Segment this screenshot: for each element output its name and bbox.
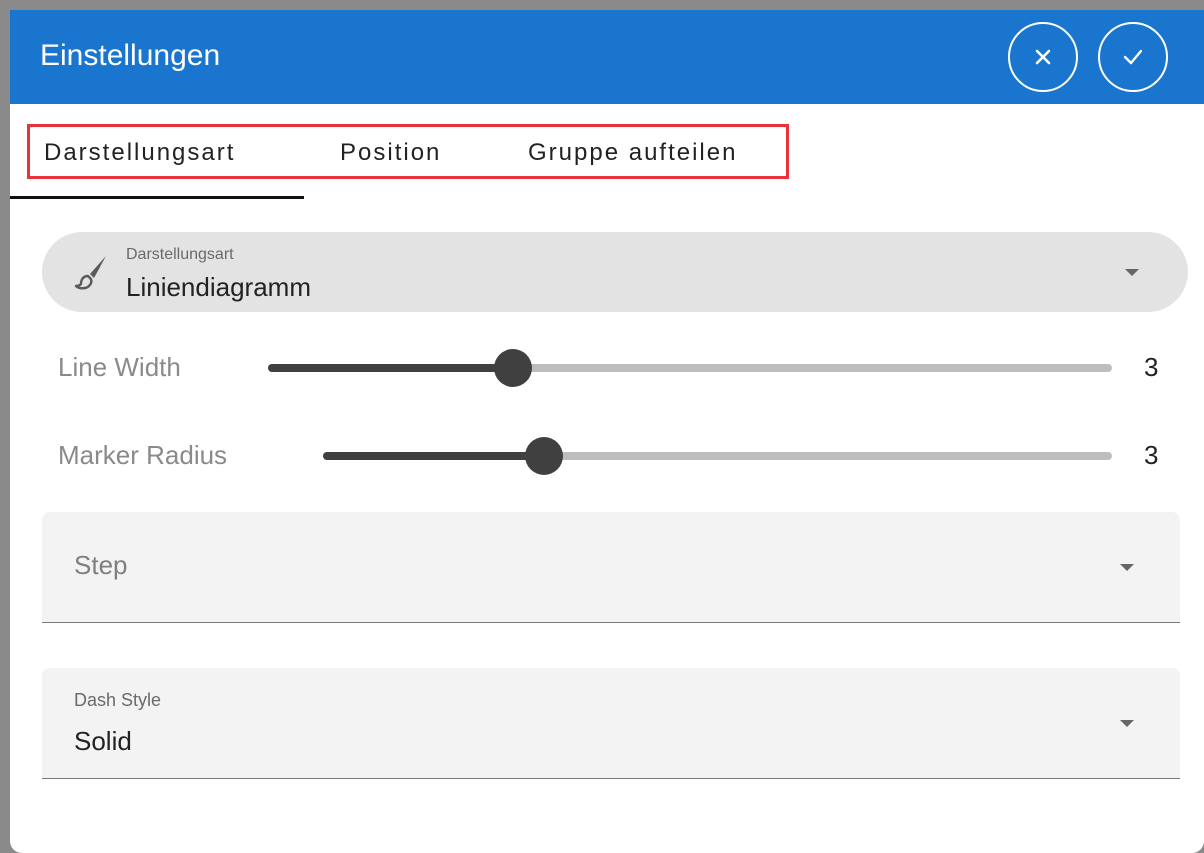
dash-style-value: Solid — [74, 726, 132, 756]
marker-radius-slider[interactable] — [323, 437, 1112, 475]
close-icon — [1035, 49, 1051, 65]
marker-radius-slider-thumb[interactable] — [524, 437, 563, 475]
tab-darstellungsart[interactable]: Darstellungsart — [44, 138, 235, 168]
dialog-header: Einstellungen — [10, 10, 1204, 104]
marker-radius-slider-fill — [323, 452, 544, 460]
display-type-select[interactable]: Darstellungsart Liniendiagramm — [42, 232, 1188, 312]
chevron-down-icon — [1120, 720, 1134, 727]
chevron-down-icon — [1120, 564, 1134, 571]
line-width-slider[interactable] — [268, 349, 1112, 387]
active-tab-indicator — [10, 196, 304, 199]
chevron-down-icon — [1125, 269, 1139, 276]
brush-icon — [74, 256, 106, 290]
marker-radius-value: 3 — [1144, 440, 1159, 470]
display-type-value: Liniendiagramm — [126, 272, 311, 302]
step-select[interactable]: Step — [42, 512, 1180, 623]
tab-position[interactable]: Position — [340, 138, 441, 168]
confirm-button[interactable] — [1098, 22, 1168, 92]
dash-style-select[interactable]: Dash Style Solid — [42, 668, 1180, 779]
dash-style-label: Dash Style — [74, 690, 162, 710]
line-width-slider-fill — [268, 364, 513, 372]
marker-radius-label: Marker Radius — [58, 440, 228, 470]
check-icon — [1123, 49, 1143, 65]
tab-gruppe-aufteilen[interactable]: Gruppe aufteilen — [528, 138, 737, 168]
line-width-slider-thumb[interactable] — [493, 349, 532, 387]
line-width-label: Line Width — [58, 352, 181, 382]
close-button[interactable] — [1008, 22, 1078, 92]
dialog-title: Einstellungen — [40, 39, 221, 72]
step-placeholder: Step — [74, 550, 128, 580]
settings-dialog: Einstellungen Darstellungsart Position G… — [10, 10, 1204, 853]
line-width-value: 3 — [1144, 352, 1159, 382]
display-type-label: Darstellungsart — [126, 246, 234, 263]
